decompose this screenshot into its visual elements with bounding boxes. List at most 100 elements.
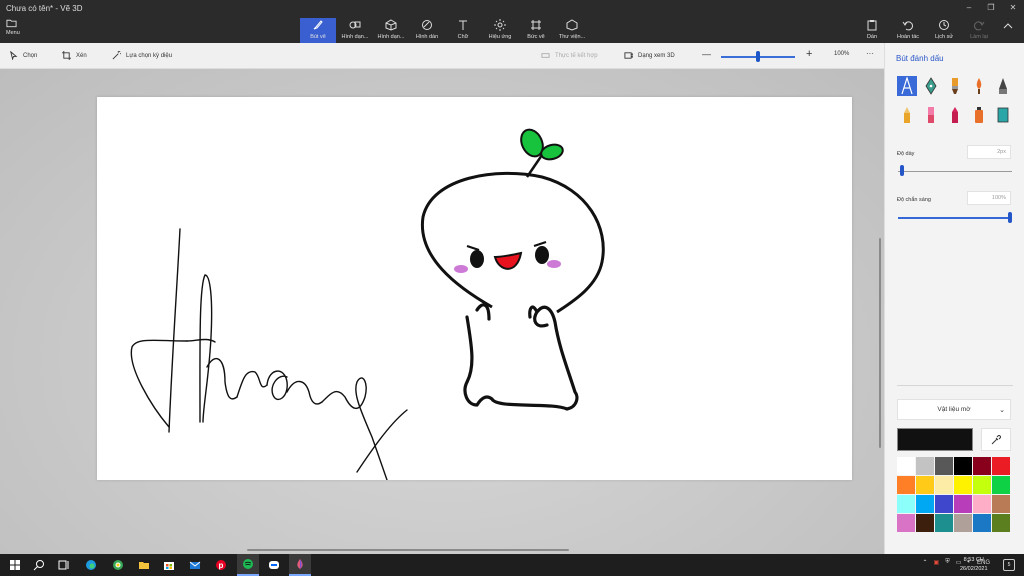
palette-swatch[interactable] (992, 457, 1010, 475)
taskbar-zalo[interactable] (267, 558, 281, 572)
opacity-input[interactable]: 100% (967, 191, 1011, 205)
crayon-brush[interactable] (945, 105, 965, 125)
zoom-out-button[interactable]: — (702, 49, 711, 59)
taskbar-file-explorer[interactable] (137, 558, 151, 572)
mixed-reality-button[interactable]: Thực tế kết hợp (541, 51, 598, 60)
paste-button[interactable]: Dán (862, 18, 882, 43)
eyedropper-icon (991, 434, 1001, 444)
material-dropdown[interactable]: Vật liệu mờ ⌄ (897, 399, 1011, 420)
taskbar-store[interactable] (162, 558, 176, 572)
undo-button[interactable]: Hoàn tác (893, 18, 923, 43)
canvas-icon (531, 20, 541, 30)
opacity-slider-thumb[interactable] (1008, 212, 1012, 223)
spraycan-icon (975, 107, 983, 123)
library-icon (566, 19, 578, 31)
zoom-slider-thumb[interactable] (756, 51, 760, 62)
tool-3d-shapes[interactable]: Hình dạn... (374, 18, 408, 43)
palette-swatch[interactable] (954, 514, 972, 532)
task-view-button[interactable] (57, 558, 71, 572)
close-button[interactable]: ✕ (1002, 0, 1024, 16)
tool-stickers[interactable]: Hình dán (411, 18, 443, 43)
horizontal-scrollbar[interactable] (247, 549, 569, 551)
zoom-in-button[interactable]: + (806, 48, 812, 60)
vertical-scrollbar[interactable] (879, 238, 881, 448)
taskbar-chrome[interactable] (111, 558, 125, 572)
tool-2d-shapes[interactable]: Hình dạn... (338, 18, 372, 43)
fill-brush[interactable] (993, 105, 1013, 125)
palette-swatch[interactable] (954, 495, 972, 513)
collapse-ribbon-button[interactable] (1003, 22, 1013, 32)
palette-swatch[interactable] (935, 495, 953, 513)
palette-swatch[interactable] (973, 495, 991, 513)
history-button[interactable]: Lịch sử (931, 18, 957, 43)
palette-swatch[interactable] (992, 495, 1010, 513)
task-view-icon (58, 560, 69, 570)
taskbar-spotify[interactable] (237, 554, 259, 576)
palette-swatch[interactable] (916, 476, 934, 494)
taskbar: p ⌃ ▣ ⛨ ▭ 🔈︎ ENG 8:53 CH 26/02/2021 5 (0, 554, 1024, 576)
tool-text[interactable]: Chữ (448, 18, 478, 43)
palette-swatch[interactable] (973, 514, 991, 532)
thickness-slider-track[interactable] (898, 171, 1012, 172)
calligraphy-pen-brush[interactable] (921, 76, 941, 96)
select-button[interactable]: Chọn (9, 51, 37, 60)
restore-button[interactable]: ❐ (980, 0, 1002, 16)
tool-label: Hình dán (415, 34, 439, 40)
palette-swatch[interactable] (916, 514, 934, 532)
menu-button[interactable]: Menu (6, 18, 20, 36)
view-3d-button[interactable]: Dạng xem 3D (624, 51, 675, 60)
marker-brush[interactable] (897, 76, 917, 96)
opacity-slider-track[interactable] (898, 217, 1012, 219)
search-icon (33, 560, 44, 571)
notification-center-button[interactable]: 5 (1003, 559, 1015, 571)
pdf-reader-icon[interactable]: ▣ (934, 559, 940, 566)
vpn-icon[interactable]: ⛨ (945, 559, 950, 566)
tool-label: Dán (866, 34, 878, 40)
current-color-swatch[interactable] (897, 428, 973, 451)
minimize-button[interactable]: – (958, 0, 980, 16)
start-button[interactable] (8, 558, 22, 572)
palette-swatch[interactable] (897, 457, 915, 475)
clock[interactable]: 8:53 CH 26/02/2021 (960, 556, 988, 574)
palette-swatch[interactable] (897, 476, 915, 494)
crop-button[interactable]: Xén (62, 51, 87, 60)
eraser-brush[interactable] (921, 105, 941, 125)
tool-3d-library[interactable]: Thư viện... (555, 18, 589, 43)
palette-swatch[interactable] (954, 457, 972, 475)
taskbar-paint3d[interactable] (289, 554, 311, 576)
palette-swatch[interactable] (897, 514, 915, 532)
taskbar-pinterest[interactable]: p (214, 558, 228, 572)
eyedropper-button[interactable] (981, 428, 1011, 451)
spraycan-brush[interactable] (969, 105, 989, 125)
chevron-up-icon[interactable]: ⌃ (922, 559, 927, 566)
palette-swatch[interactable] (916, 457, 934, 475)
taskbar-mail[interactable] (188, 558, 202, 572)
drawing-canvas[interactable] (97, 97, 852, 480)
pencil-brush[interactable] (897, 105, 917, 125)
palette-swatch[interactable] (935, 457, 953, 475)
palette-swatch[interactable] (916, 495, 934, 513)
tool-canvas[interactable]: Bức vẽ (522, 18, 550, 43)
palette-swatch[interactable] (935, 514, 953, 532)
taskbar-edge[interactable] (84, 558, 98, 572)
pixel-pen-brush[interactable] (993, 76, 1013, 96)
magic-select-button[interactable]: Lựa chọn kỳ diệu (112, 51, 172, 60)
tool-brushes[interactable]: Bút vẽ (300, 18, 336, 43)
palette-swatch[interactable] (973, 476, 991, 494)
palette-swatch[interactable] (954, 476, 972, 494)
palette-swatch[interactable] (992, 514, 1010, 532)
watercolor-brush[interactable] (969, 76, 989, 96)
pinterest-icon: p (216, 560, 226, 570)
oil-brush[interactable] (945, 76, 965, 96)
tool-effects[interactable]: Hiệu ứng (484, 18, 516, 43)
paste-icon (867, 20, 877, 31)
more-options-button[interactable]: ··· (866, 49, 874, 58)
search-button[interactable] (32, 558, 46, 572)
palette-swatch[interactable] (992, 476, 1010, 494)
palette-swatch[interactable] (935, 476, 953, 494)
thickness-input[interactable]: 2px (967, 145, 1011, 159)
redo-button[interactable]: Làm lại (966, 18, 992, 43)
thickness-slider-thumb[interactable] (900, 165, 904, 176)
palette-swatch[interactable] (897, 495, 915, 513)
palette-swatch[interactable] (973, 457, 991, 475)
